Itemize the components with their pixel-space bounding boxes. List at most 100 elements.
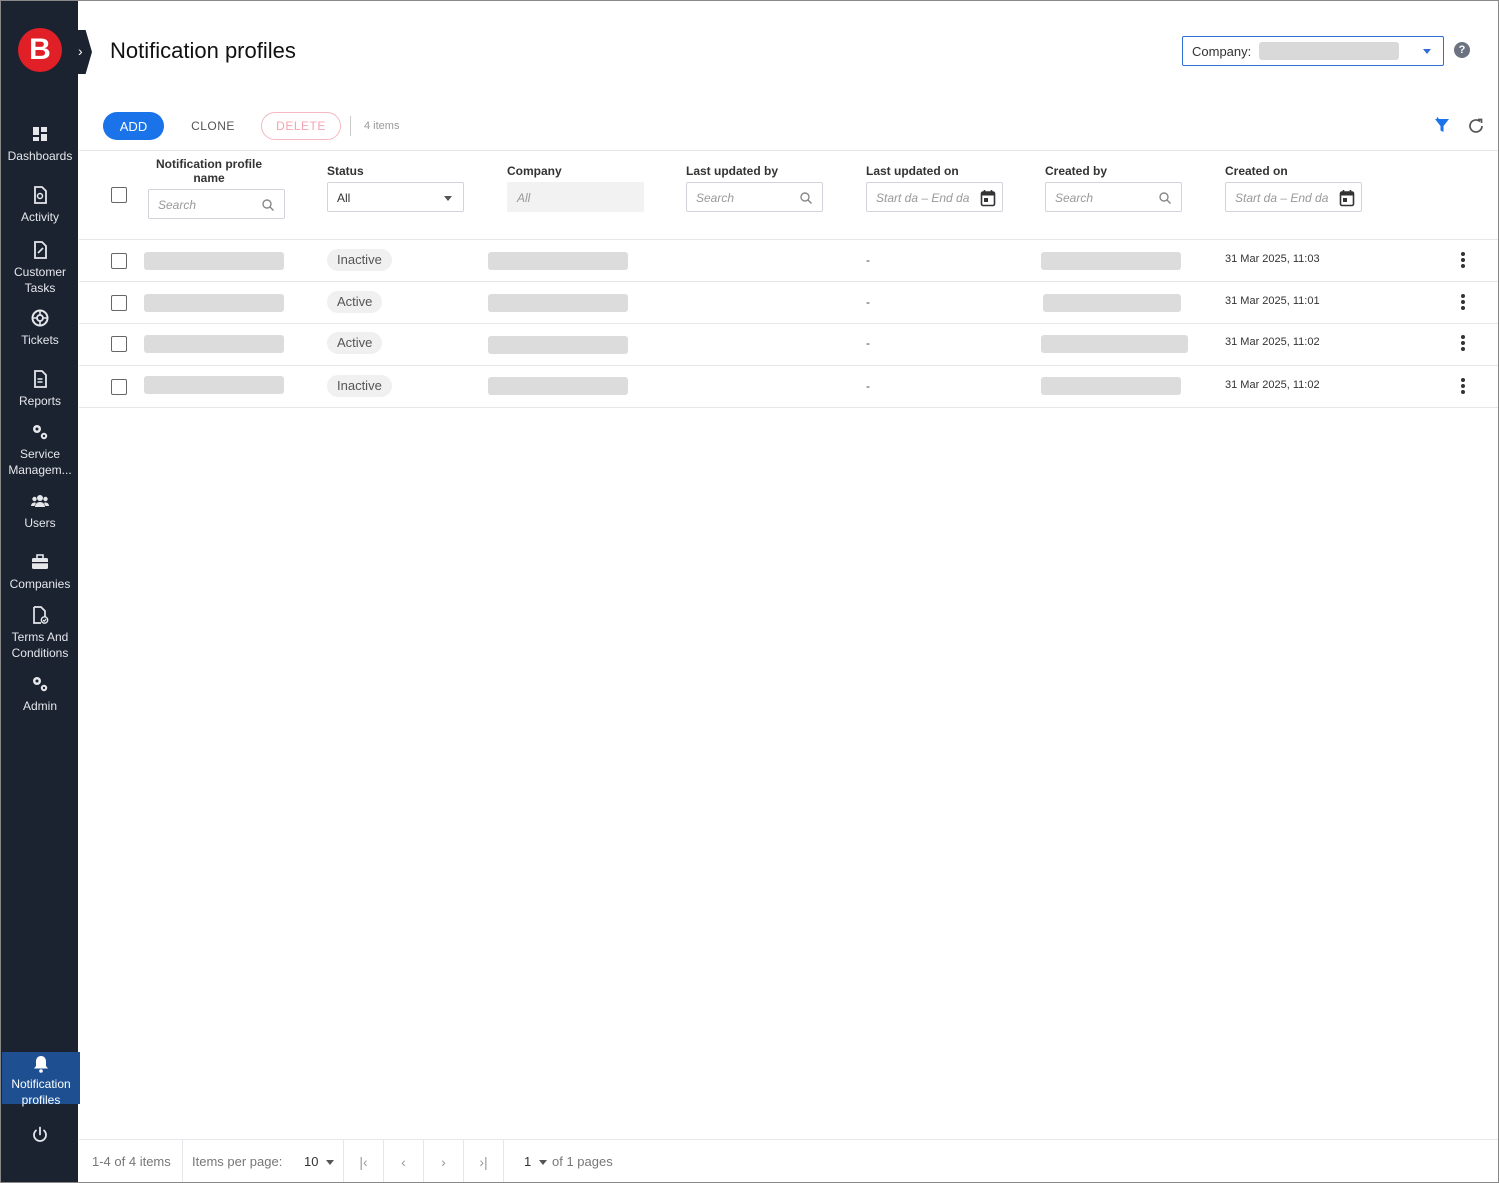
created-by-search-input[interactable]: Search [1045,182,1182,212]
bell-icon [34,1056,48,1073]
company-redacted [488,377,628,395]
reports-icon [34,370,47,388]
calendar-icon[interactable] [980,189,996,207]
last-updated-on-value: - [866,253,870,267]
last-updated-by-search-input[interactable]: Search [686,182,823,212]
sidebar-item-users[interactable]: Users [1,491,79,531]
column-header-created-on[interactable]: Created on [1225,164,1288,178]
last-page-button[interactable]: ›| [464,1140,504,1183]
created-by-redacted [1043,294,1181,312]
last-updated-on-value: - [866,295,870,309]
row-checkbox[interactable] [111,336,127,352]
sidebar-item-notification-profiles[interactable]: Notification profiles [2,1052,80,1107]
table-row[interactable]: Active - 31 Mar 2025, 11:01 [79,282,1498,324]
sidebar-expand-toggle[interactable]: › [76,30,92,74]
first-page-button[interactable]: |‹ [344,1140,384,1183]
sidebar-item-companies[interactable]: Companies [1,552,79,592]
company-select-value-redacted [1259,42,1399,60]
company-filter-input: All [507,182,644,212]
column-header-last-updated-by[interactable]: Last updated by [686,164,778,178]
clone-button[interactable]: CLONE [180,112,246,140]
column-header-created-by[interactable]: Created by [1045,164,1107,178]
last-updated-on-date-range[interactable]: Start da – End da [866,182,1003,212]
brand-logo[interactable]: B [18,28,62,72]
status-badge: Inactive [327,375,392,397]
created-on-value: 31 Mar 2025, 11:02 [1225,336,1320,348]
sidebar-item-tickets[interactable]: Tickets [1,308,79,348]
status-filter-value: All [337,191,351,205]
companies-icon [32,554,48,569]
sidebar-item-label: Tickets [21,333,59,347]
profile-name-redacted[interactable] [144,294,284,312]
row-actions-kebab-icon[interactable] [1460,252,1466,270]
calendar-icon[interactable] [1339,189,1355,207]
page-title: Notification profiles [110,38,296,63]
sidebar-item-admin[interactable]: Admin [1,674,79,714]
profile-name-redacted[interactable] [144,376,284,394]
chevron-down-icon[interactable] [539,1160,547,1165]
row-checkbox[interactable] [111,253,127,269]
row-checkbox[interactable] [111,295,127,311]
column-header-status[interactable]: Status [327,164,364,178]
status-filter-select[interactable]: All [327,182,464,212]
service-management-icon [33,425,48,440]
page-select[interactable]: 1 [524,1154,531,1169]
items-per-page-label: Items per page: [192,1154,283,1169]
sidebar-item-label: Service Managem... [8,447,72,477]
power-icon[interactable] [30,1125,50,1145]
table-row[interactable]: Active - 31 Mar 2025, 11:02 [79,324,1498,366]
table-row[interactable]: Inactive - 31 Mar 2025, 11:02 [79,366,1498,408]
search-icon [800,192,812,204]
items-per-page-select[interactable]: 10 [304,1154,318,1169]
delete-button[interactable]: DELETE [261,112,341,140]
company-select[interactable]: Company: [1182,36,1444,66]
dashboard-icon [33,127,47,141]
company-select-label: Company: [1192,44,1252,59]
toolbar-divider [350,116,351,136]
row-actions-kebab-icon[interactable] [1460,294,1466,312]
table-row[interactable]: Inactive - 31 Mar 2025, 11:03 [79,240,1498,282]
refresh-icon[interactable] [1467,117,1485,135]
sidebar-item-customer-tasks[interactable]: Customer Tasks [1,240,79,296]
total-pages: of 1 pages [552,1154,613,1169]
previous-page-button[interactable]: ‹ [384,1140,424,1183]
help-icon[interactable]: ? [1454,42,1470,58]
row-actions-kebab-icon[interactable] [1460,378,1466,396]
customer-tasks-icon [34,241,47,259]
created-by-redacted [1041,252,1181,270]
select-all-checkbox[interactable] [111,187,127,203]
created-on-date-range[interactable]: Start da – End da [1225,182,1362,212]
sidebar-item-activity[interactable]: Activity [1,185,79,225]
column-header-last-updated-on[interactable]: Last updated on [866,164,959,178]
company-redacted [488,252,628,270]
profile-name-redacted[interactable] [144,335,284,353]
sidebar-item-dashboards[interactable]: Dashboards [1,124,79,164]
items-count: 4 items [364,120,400,132]
sidebar-item-terms-and-conditions[interactable]: Terms And Conditions [1,605,79,661]
add-button[interactable]: ADD [103,112,164,140]
filter-icon[interactable] [1433,117,1451,135]
created-by-placeholder: Search [1055,191,1094,205]
next-page-button[interactable]: › [424,1140,464,1183]
profile-name-redacted[interactable] [144,252,284,270]
sidebar-item-label: Reports [18,394,62,408]
sidebar-item-service-management[interactable]: Service Managem... [1,422,79,478]
activity-icon [34,186,47,204]
chevron-down-icon[interactable] [326,1160,334,1165]
company-redacted [488,294,628,312]
row-checkbox[interactable] [111,379,127,395]
sidebar-item-label: Admin [22,699,57,713]
sidebar-item-label: Terms And Conditions [11,630,69,660]
name-search-input[interactable]: Search [148,189,285,219]
last-updated-by-placeholder: Search [696,191,735,205]
created-by-redacted [1041,377,1181,395]
column-header-company[interactable]: Company [507,164,562,178]
column-header-name[interactable]: Notification profile name [148,157,270,185]
status-badge: Active [327,291,383,313]
status-badge: Inactive [327,249,392,271]
row-actions-kebab-icon[interactable] [1460,335,1466,353]
chevron-down-icon [1423,49,1431,54]
sidebar-item-reports[interactable]: Reports [1,369,79,409]
sidebar-item-label: Dashboards [7,149,73,163]
sidebar-item-label: Activity [20,210,59,224]
